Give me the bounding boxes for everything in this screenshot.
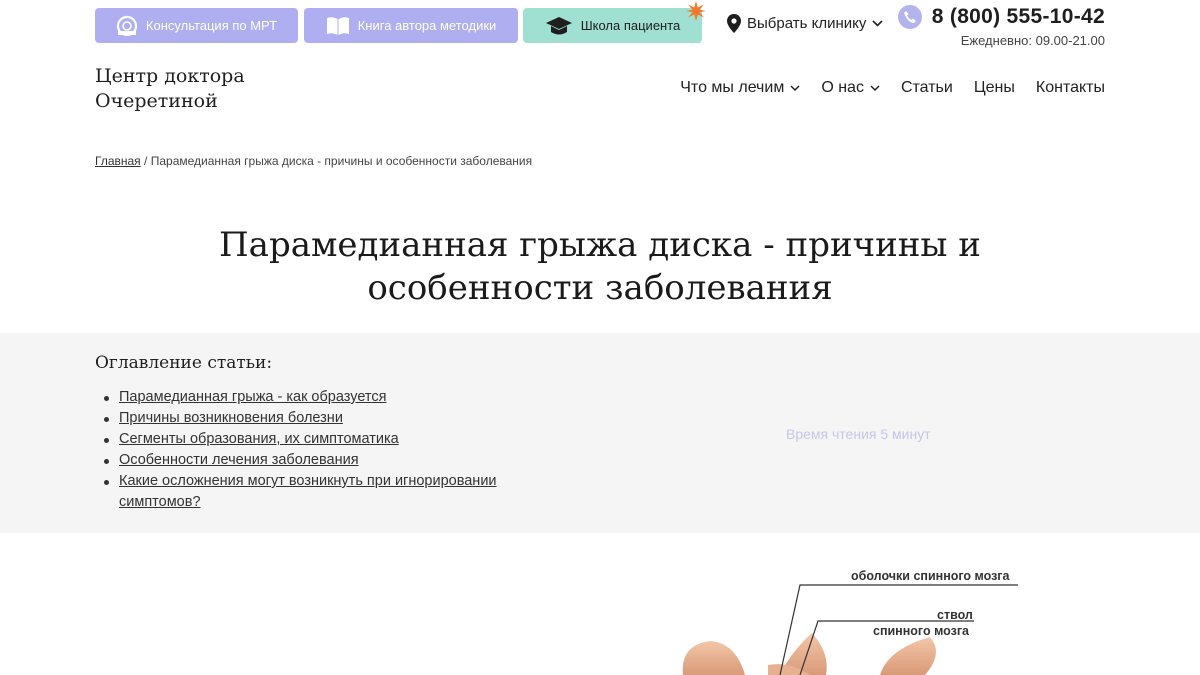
list-item: Парамедианная грыжа - как образуется <box>95 387 555 408</box>
nav-item-label: О нас <box>821 79 864 96</box>
mri-consultation-button[interactable]: Консультация по МРТ <box>95 8 298 43</box>
chevron-down-icon <box>872 20 883 27</box>
location-pin-icon <box>727 14 741 33</box>
phone-number-link[interactable]: 8 (800) 555-10-42 <box>932 5 1105 29</box>
phone-icon <box>897 5 922 29</box>
site-logo[interactable]: Центр доктора Очеретиной <box>95 64 245 114</box>
toc-list: Парамедианная грыжа - как образуется При… <box>95 387 555 513</box>
diagram-label-trunk: ствол <box>937 608 973 622</box>
list-item: Причины возникновения болезни <box>95 408 555 429</box>
nav-item-contacts[interactable]: Контакты <box>1036 79 1105 97</box>
working-hours: Ежедневно: 09.00-21.00 <box>960 33 1105 48</box>
breadcrumb-home-link[interactable]: Главная <box>95 154 141 168</box>
page-title: Парамедианная грыжа диска - причины и ос… <box>219 225 981 308</box>
top-bar: Консультация по МРТ Книга автора методик… <box>95 1 1105 48</box>
toc-link[interactable]: Парамедианная грыжа - как образуется <box>119 389 387 405</box>
new-badge-star-icon <box>686 1 706 21</box>
nav-item-what-we-treat[interactable]: Что мы лечим <box>680 79 800 97</box>
author-book-button[interactable]: Книга автора методики <box>304 8 518 43</box>
spinal-cord-illustration <box>682 584 1018 675</box>
diagram-label-spinal-cord: спинного мозга <box>873 624 969 638</box>
chevron-down-icon <box>790 85 800 91</box>
patient-school-label: Школа пациента <box>580 18 681 33</box>
toc-link[interactable]: Сегменты образования, их симптоматика <box>119 431 399 447</box>
breadcrumb: Главная / Парамедианная грыжа диска - пр… <box>95 154 1105 168</box>
nav-item-label: Статьи <box>900 79 953 96</box>
nav-item-label: Контакты <box>1035 79 1105 96</box>
mri-consultation-label: Консультация по МРТ <box>145 18 278 33</box>
mri-scanner-icon <box>116 15 138 36</box>
table-of-contents: Оглавление статьи: Парамедианная грыжа -… <box>95 353 555 513</box>
list-item: Особенности лечения заболевания <box>95 450 555 471</box>
nav-item-about[interactable]: О нас <box>821 79 880 97</box>
table-of-contents-section: Оглавление статьи: Парамедианная грыжа -… <box>0 333 1200 533</box>
clinic-selector-label: Выбрать клинику <box>747 15 867 32</box>
author-book-label: Книга автора методики <box>357 18 497 33</box>
clinic-selector[interactable]: Выбрать клинику <box>727 14 883 33</box>
site-header: Центр доктора Очеретиной Что мы лечим О … <box>95 60 1105 116</box>
breadcrumb-current: Парамедианная грыжа диска - причины и ос… <box>150 154 533 168</box>
spine-diagram: оболочки спинного мозга ствол спинного м… <box>0 533 1200 675</box>
nav-item-label: Цены <box>973 79 1015 96</box>
patient-school-button[interactable]: Школа пациента <box>523 8 702 43</box>
nav-item-prices[interactable]: Цены <box>974 79 1015 97</box>
toc-link[interactable]: Какие осложнения могут возникнуть при иг… <box>119 473 497 510</box>
graduation-cap-icon <box>545 16 572 34</box>
toc-link[interactable]: Особенности лечения заболевания <box>119 452 359 468</box>
toc-link[interactable]: Причины возникновения болезни <box>119 410 343 426</box>
contact-block: 8 (800) 555-10-42 Ежедневно: 09.00-21.00 <box>897 5 1105 48</box>
logo-line-2: Очеретиной <box>95 90 218 112</box>
reading-time: Время чтения 5 минут <box>786 426 931 442</box>
toc-heading: Оглавление статьи: <box>95 353 273 373</box>
chevron-down-icon <box>870 85 880 91</box>
logo-line-1: Центр доктора <box>95 65 245 87</box>
main-nav: Что мы лечим О нас Статьи Цены Контакты <box>680 79 1105 97</box>
nav-item-articles[interactable]: Статьи <box>901 79 953 97</box>
nav-item-label: Что мы лечим <box>680 79 785 96</box>
list-item: Сегменты образования, их симптоматика <box>95 429 555 450</box>
book-icon <box>326 16 349 35</box>
diagram-label-meninges: оболочки спинного мозга <box>851 569 1010 583</box>
breadcrumb-separator: / <box>144 154 148 168</box>
list-item: Какие осложнения могут возникнуть при иг… <box>95 471 555 513</box>
